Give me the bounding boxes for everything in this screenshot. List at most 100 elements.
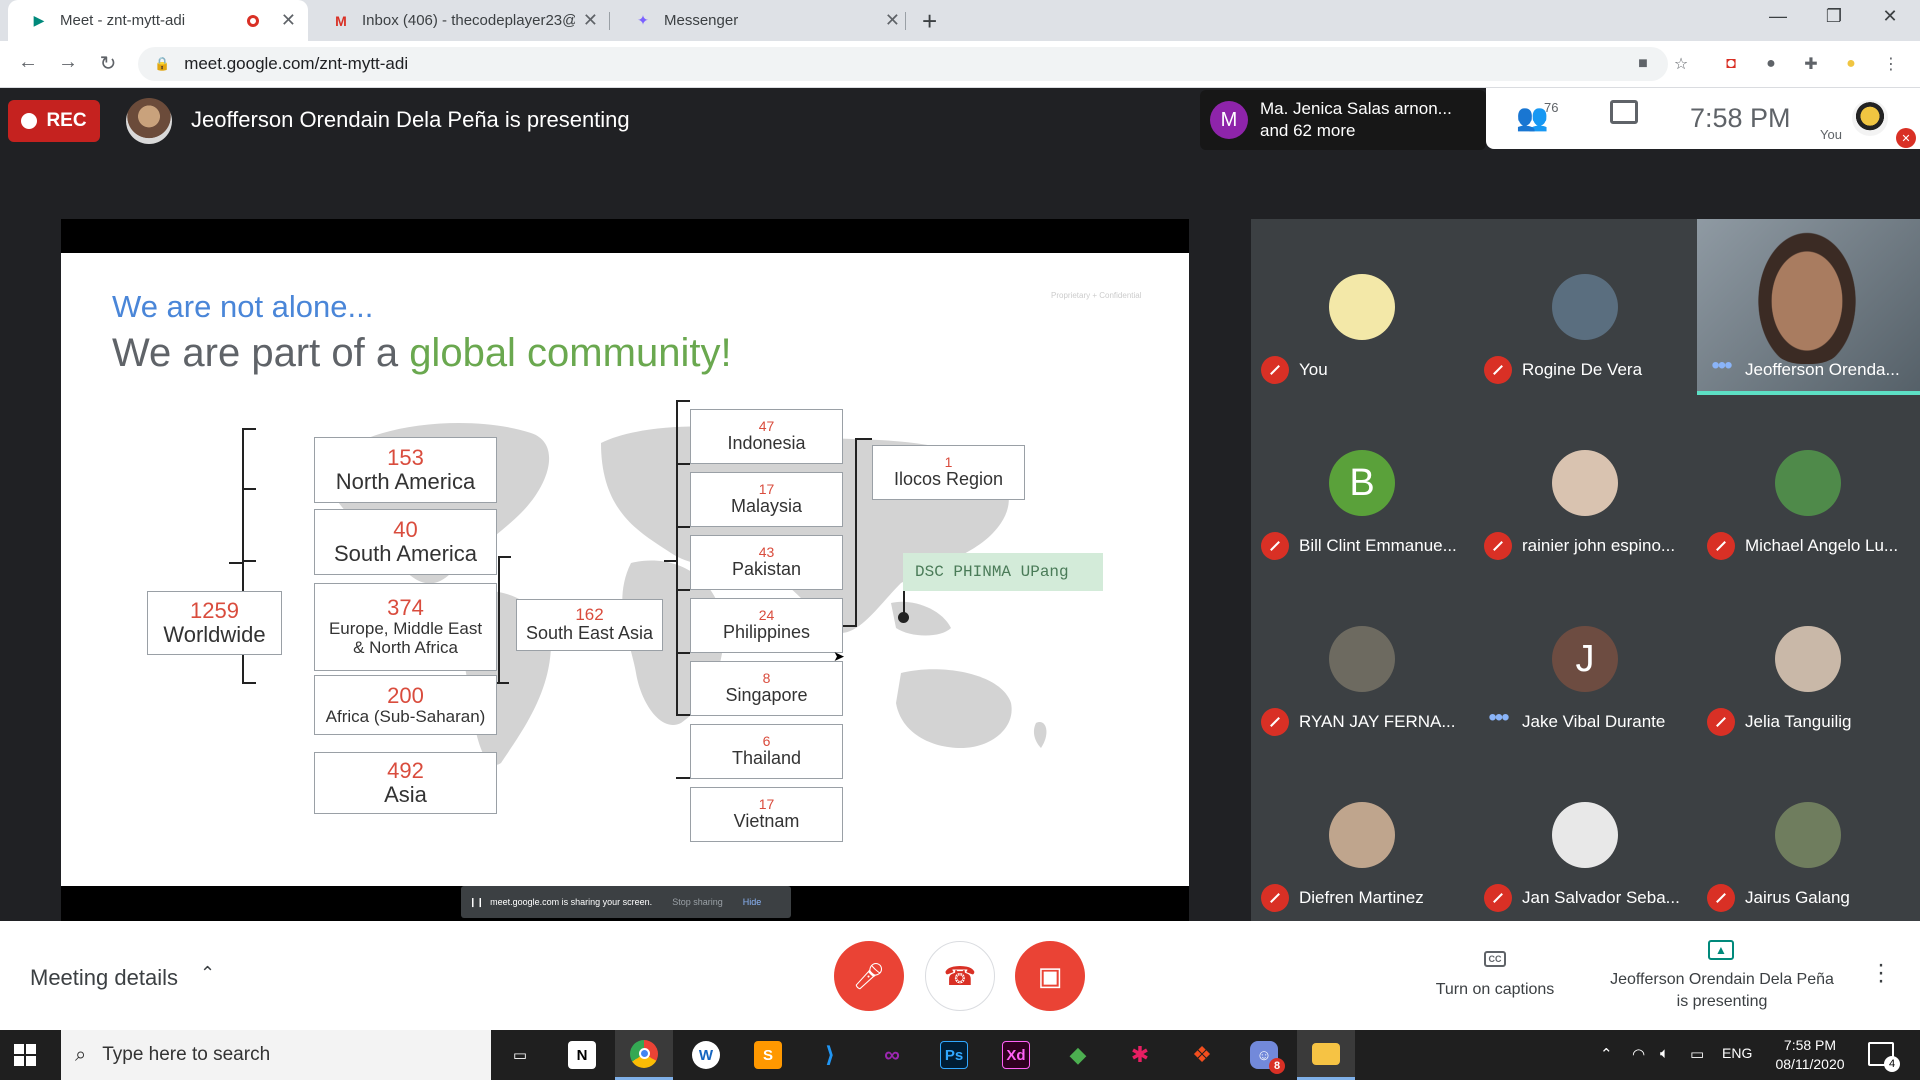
- chat-icon[interactable]: [1610, 100, 1638, 124]
- more-options-icon[interactable]: · · ·: [1876, 953, 1886, 993]
- region-box: 200 Africa (Sub-Saharan): [314, 675, 497, 735]
- browser-menu-icon[interactable]: ⋮: [1880, 53, 1902, 75]
- country-count: 8: [762, 669, 771, 686]
- participant-tile[interactable]: ••• Jeofferson Orenda...: [1697, 219, 1920, 395]
- slack-icon[interactable]: ✱: [1111, 1030, 1169, 1080]
- new-tab-icon[interactable]: +: [922, 6, 937, 37]
- participant-tile[interactable]: rainier john espino...: [1474, 395, 1697, 571]
- bookmark-star-icon[interactable]: ☆: [1670, 53, 1692, 75]
- presenting-title: Jeofferson Orendain Dela Peña is present…: [191, 107, 630, 132]
- mic-off-icon: [1707, 708, 1735, 736]
- participant-tile[interactable]: Rogine De Vera: [1474, 219, 1697, 395]
- meeting-details-button[interactable]: Meeting details: [30, 965, 178, 991]
- restore-icon[interactable]: ❐: [1814, 6, 1854, 27]
- participant-name: RYAN JAY FERNA...: [1299, 712, 1456, 731]
- close-tab-icon[interactable]: ✕: [583, 10, 598, 31]
- participant-avatar: [1552, 450, 1618, 516]
- forward-icon[interactable]: →: [54, 51, 82, 74]
- photoshop-icon[interactable]: Ps: [925, 1030, 983, 1080]
- gmail-icon: M: [335, 12, 347, 29]
- chevron-up-icon[interactable]: ⌃: [200, 963, 215, 984]
- participant-avatar: [1775, 802, 1841, 868]
- participant-tile[interactable]: Jairus Galang: [1697, 747, 1920, 923]
- vscode-icon[interactable]: ⟩: [801, 1030, 859, 1080]
- tray-chevron-up-icon[interactable]: ⌃: [1600, 1045, 1613, 1063]
- close-tab-icon[interactable]: ✕: [281, 10, 296, 31]
- omnibox[interactable]: 🔒 meet.google.com/znt-mytt-adi: [138, 47, 1668, 81]
- present-screen-icon[interactable]: ▲: [1708, 940, 1734, 960]
- participant-tile[interactable]: Jan Salvador Seba...: [1474, 747, 1697, 923]
- participant-avatar: B: [1329, 450, 1395, 516]
- extensions-puzzle-icon[interactable]: ✚: [1800, 53, 1822, 75]
- tree-line: [242, 488, 256, 490]
- presenting-line1: Jeofferson Orendain Dela Peña: [1610, 971, 1834, 988]
- file-explorer-icon[interactable]: [1297, 1030, 1355, 1080]
- tab-separator: [609, 12, 610, 30]
- mic-off-icon: [1707, 884, 1735, 912]
- chrome-icon[interactable]: [615, 1030, 673, 1080]
- region-box: 153 North America: [314, 437, 497, 503]
- notion-icon[interactable]: N: [553, 1030, 611, 1080]
- reload-icon[interactable]: ↻: [94, 51, 122, 76]
- close-window-icon[interactable]: ✕: [1870, 6, 1910, 27]
- presenting-status-button[interactable]: Jeofferson Orendain Dela Peña is present…: [1600, 969, 1844, 1013]
- country-box: 24 Philippines: [690, 598, 843, 653]
- close-tab-icon[interactable]: ✕: [885, 10, 900, 31]
- captions-button[interactable]: Turn on captions: [1430, 981, 1560, 999]
- joined-notification[interactable]: M Ma. Jenica Salas arnon... and 62 more: [1200, 90, 1486, 150]
- discord-icon[interactable]: ☺ 8: [1235, 1030, 1293, 1080]
- app-diamond-icon[interactable]: ◆: [1049, 1030, 1107, 1080]
- stop-sharing-button[interactable]: Stop sharing: [672, 897, 723, 907]
- figma-icon[interactable]: ❖: [1173, 1030, 1231, 1080]
- sea-box: 162 South East Asia: [516, 599, 663, 651]
- wifi-icon[interactable]: ◠: [1632, 1045, 1645, 1063]
- region-label: Asia: [384, 782, 427, 807]
- mic-toggle-button[interactable]: 🎤︎: [834, 941, 904, 1011]
- browser-tab-bar: ▶ Meet - znt-mytt-adi ✕ M Inbox (406) - …: [0, 0, 1920, 41]
- tab-separator: [905, 12, 906, 30]
- tree-line: [676, 526, 690, 528]
- tab-messenger[interactable]: ✦ Messenger ✕: [612, 0, 912, 41]
- sea-label: South East Asia: [525, 623, 654, 644]
- language-indicator[interactable]: ENG: [1722, 1045, 1752, 1061]
- camera-icon[interactable]: ■: [1632, 53, 1654, 75]
- back-icon[interactable]: ←: [14, 51, 42, 74]
- participant-tile[interactable]: J ••• Jake Vibal Durante: [1474, 571, 1697, 747]
- extension-circle-icon[interactable]: ●: [1760, 53, 1782, 75]
- participant-tile[interactable]: Diefren Martinez: [1251, 747, 1474, 923]
- participant-tile[interactable]: RYAN JAY FERNA...: [1251, 571, 1474, 747]
- address-bar-row: ← → ↻ 🔒 meet.google.com/znt-mytt-adi ■ ☆…: [0, 41, 1920, 88]
- battery-icon[interactable]: ▭: [1690, 1045, 1704, 1063]
- region-box: 40 South America: [314, 509, 497, 575]
- camera-toggle-button[interactable]: ▣: [1015, 941, 1085, 1011]
- country-box: 6 Thailand: [690, 724, 843, 779]
- leave-call-button[interactable]: ☎: [925, 941, 995, 1011]
- captions-icon[interactable]: CC: [1484, 951, 1506, 967]
- self-avatar[interactable]: [1852, 100, 1888, 136]
- taskbar-clock[interactable]: 7:58 PM 08/11/2020: [1760, 1036, 1860, 1074]
- participant-video: [1752, 224, 1862, 364]
- taskbar-search-box[interactable]: ⌕ Type here to search: [61, 1030, 491, 1080]
- profile-avatar-icon[interactable]: ●: [1840, 53, 1862, 75]
- tab-meet[interactable]: ▶ Meet - znt-mytt-adi ✕: [8, 0, 308, 41]
- sublime-icon[interactable]: S: [739, 1030, 797, 1080]
- minimize-icon[interactable]: —: [1758, 6, 1798, 27]
- participant-tile[interactable]: Michael Angelo Lu...: [1697, 395, 1920, 571]
- windows-start-icon[interactable]: [14, 1044, 36, 1066]
- joined-avatar: M: [1210, 101, 1248, 139]
- recording-badge: REC: [8, 100, 100, 142]
- task-view-icon[interactable]: ▭: [491, 1030, 549, 1080]
- adobe-xd-icon[interactable]: Xd: [987, 1030, 1045, 1080]
- hide-share-bar-button[interactable]: Hide: [743, 897, 762, 907]
- app-w-icon[interactable]: W: [677, 1030, 735, 1080]
- participant-tile[interactable]: B Bill Clint Emmanue...: [1251, 395, 1474, 571]
- visual-studio-icon[interactable]: ∞: [863, 1030, 921, 1080]
- tab-gmail[interactable]: M Inbox (406) - thecodeplayer23@g ✕: [310, 0, 610, 41]
- participant-tile[interactable]: Jelia Tanguilig: [1697, 571, 1920, 747]
- participant-name: Jan Salvador Seba...: [1522, 888, 1680, 907]
- volume-icon[interactable]: 🔈︎: [1660, 1045, 1669, 1062]
- participant-tile[interactable]: You: [1251, 219, 1474, 395]
- discord-badge: 8: [1269, 1058, 1285, 1074]
- joined-line1: Ma. Jenica Salas arnon...: [1260, 99, 1452, 118]
- pocket-icon[interactable]: ◘: [1720, 53, 1742, 75]
